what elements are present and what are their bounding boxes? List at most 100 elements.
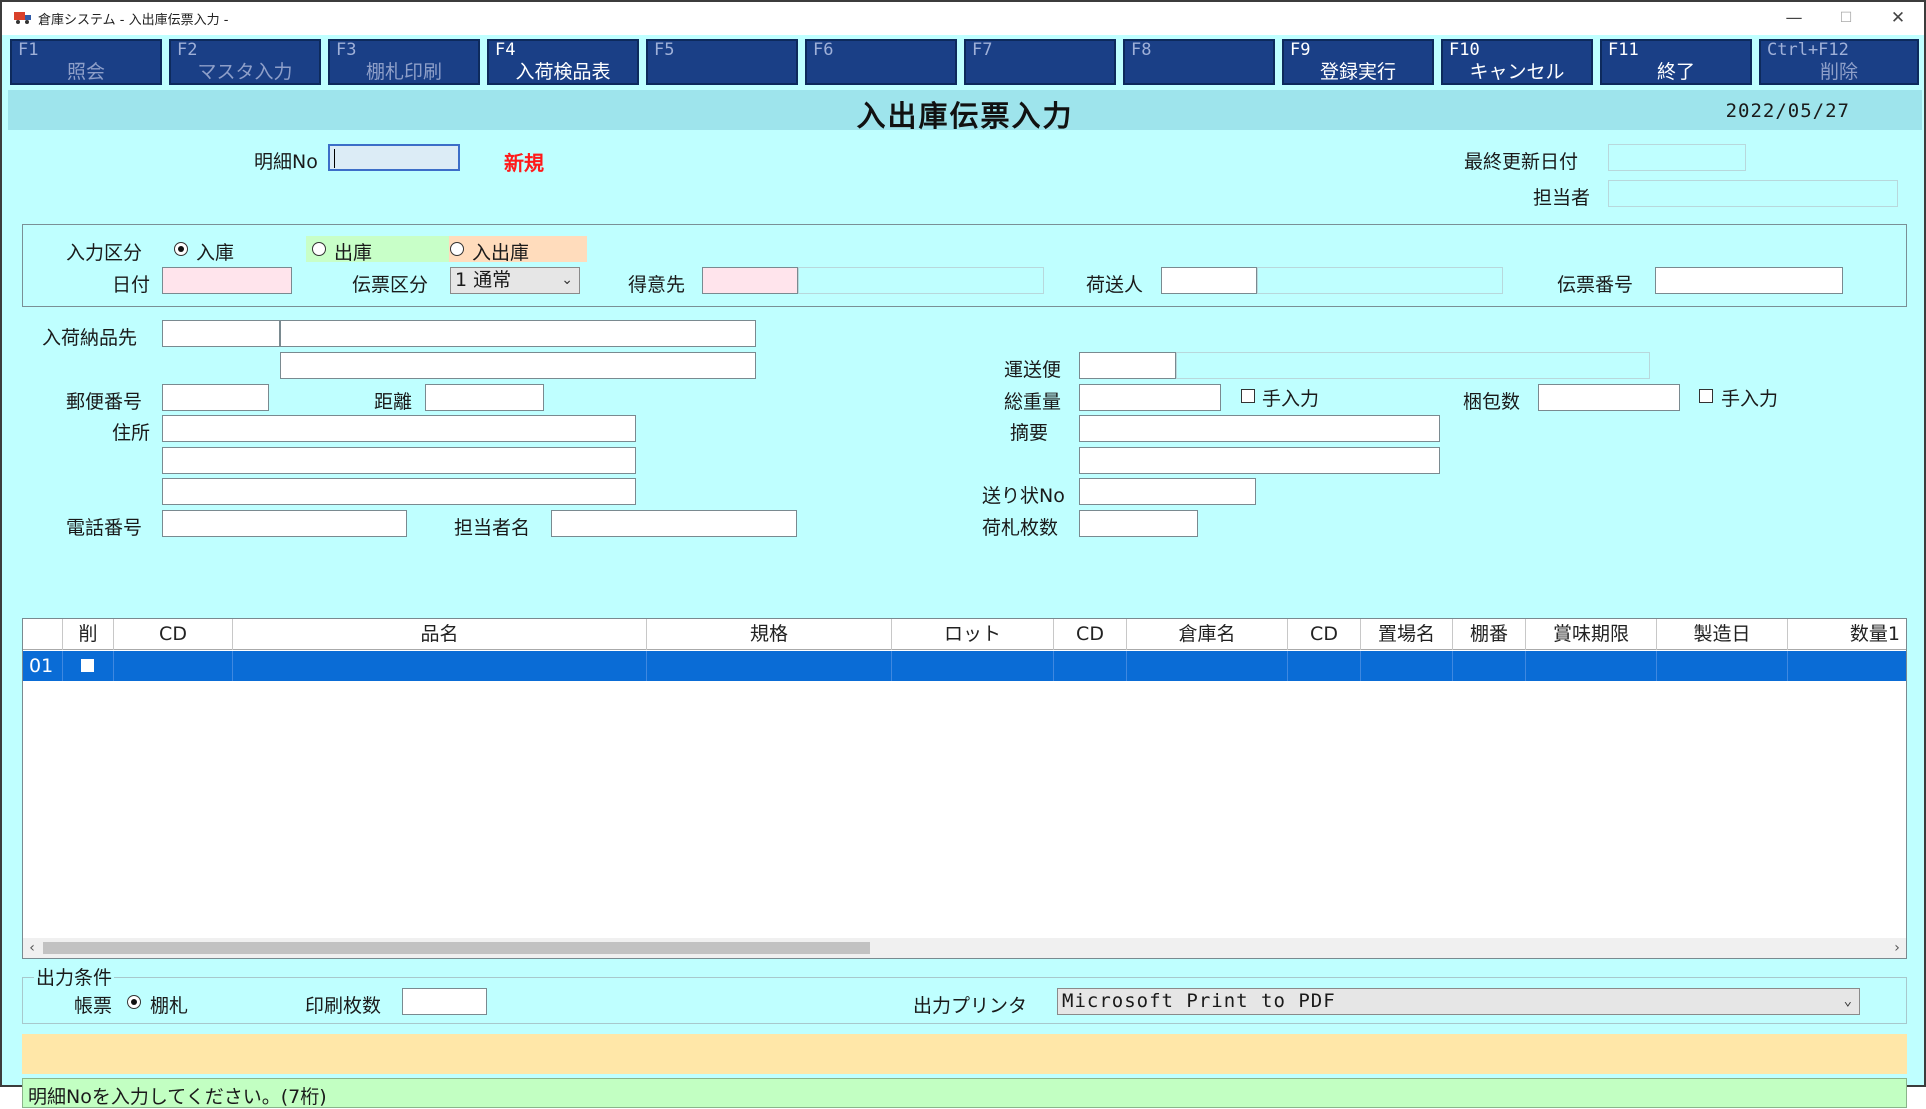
detail-grid: 削 CD 品名 規格 ロット CD 倉庫名 CD 置場名 棚番 賞味期限 製造日… — [22, 618, 1907, 959]
row-cell[interactable] — [1288, 651, 1361, 681]
grid-col-spec: 規格 — [647, 619, 892, 650]
row-cell[interactable] — [647, 651, 892, 681]
output-conditions-label: 出力条件 — [34, 963, 115, 990]
row-cell[interactable] — [1127, 651, 1288, 681]
row-cell[interactable] — [114, 651, 233, 681]
row-delete-checkbox[interactable] — [81, 659, 94, 672]
carrier-name-field — [1176, 352, 1650, 379]
invoice-no-label: 送り状No — [982, 485, 1065, 507]
postal-input[interactable] — [162, 384, 269, 411]
dest-name-input[interactable] — [280, 320, 756, 347]
printer-select[interactable]: Microsoft Print to PDF ⌄ — [1057, 988, 1860, 1015]
row-cell[interactable] — [1526, 651, 1657, 681]
weight-input[interactable] — [1079, 384, 1221, 411]
address-label: 住所 — [112, 422, 151, 444]
form-shelf-tag-label: 棚札 — [150, 995, 189, 1017]
scroll-left-icon[interactable]: ‹ — [23, 938, 41, 958]
row-delete-cell — [63, 651, 114, 681]
row-number: 01 — [23, 651, 63, 681]
form-shelf-tag-radio[interactable] — [127, 995, 141, 1009]
grid-col-manufactured: 製造日 — [1657, 619, 1788, 650]
summary-line2-input[interactable] — [1079, 447, 1440, 474]
fkey-f7-button[interactable]: F7 — [964, 39, 1116, 85]
row-cell[interactable] — [1361, 651, 1453, 681]
horizontal-scrollbar[interactable]: ‹ › — [23, 938, 1906, 958]
fkey-f10-button[interactable]: F10 キャンセル — [1441, 39, 1593, 85]
maximize-button[interactable]: ☐ — [1824, 6, 1868, 30]
customer-name-field — [798, 267, 1044, 294]
carrier-code-input[interactable] — [1079, 352, 1176, 379]
radio-out-stock[interactable] — [312, 242, 326, 256]
fkey-f9-button[interactable]: F9 登録実行 — [1282, 39, 1434, 85]
fkey-ctrl-f12-button[interactable]: Ctrl+F12 削除 — [1759, 39, 1919, 85]
phone-input[interactable] — [162, 510, 407, 537]
radio-in-stock-label: 入庫 — [196, 242, 235, 264]
customer-code-input[interactable] — [702, 267, 798, 294]
packages-input[interactable] — [1538, 384, 1680, 411]
packages-manual-checkbox[interactable] — [1699, 389, 1713, 403]
slip-no-input[interactable] — [1655, 267, 1843, 294]
summary-label: 摘要 — [1010, 422, 1049, 444]
row-cell[interactable] — [1657, 651, 1788, 681]
app-truck-icon — [14, 12, 31, 24]
table-row[interactable]: 01 — [23, 651, 1906, 681]
slip-type-select[interactable]: 1 通常 ⌄ — [450, 267, 580, 294]
address-line2-input[interactable] — [162, 447, 636, 474]
person-field — [1608, 180, 1898, 207]
detail-no-input[interactable] — [328, 144, 460, 171]
last-updated-label: 最終更新日付 — [1464, 151, 1579, 173]
radio-in-stock[interactable] — [174, 242, 188, 256]
fkey-f1-button[interactable]: F1 照会 — [10, 39, 162, 85]
scrollbar-thumb[interactable] — [43, 942, 870, 954]
row-cell[interactable] — [1788, 651, 1906, 681]
distance-input[interactable] — [425, 384, 544, 411]
row-cell[interactable] — [1453, 651, 1526, 681]
shipper-code-input[interactable] — [1161, 267, 1257, 294]
row-cell[interactable] — [233, 651, 647, 681]
fkey-f2-button[interactable]: F2 マスタ入力 — [169, 39, 321, 85]
row-cell[interactable] — [1054, 651, 1127, 681]
contact-input[interactable] — [551, 510, 797, 537]
fkey-f5-button[interactable]: F5 — [646, 39, 798, 85]
postal-label: 郵便番号 — [66, 391, 143, 413]
date-input[interactable] — [162, 267, 292, 294]
radio-inout-stock[interactable] — [450, 242, 464, 256]
grid-col-warehouse-name: 倉庫名 — [1127, 619, 1288, 650]
fkey-f6-button[interactable]: F6 — [805, 39, 957, 85]
shipper-name-field — [1257, 267, 1503, 294]
grid-col-warehouse-cd: CD — [1054, 619, 1127, 650]
row-cell[interactable] — [892, 651, 1054, 681]
last-updated-field — [1608, 144, 1746, 171]
address-line1-input[interactable] — [162, 415, 636, 442]
radio-out-stock-label: 出庫 — [334, 242, 373, 264]
print-copies-label: 印刷枚数 — [305, 995, 382, 1017]
grid-col-location-name: 置場名 — [1361, 619, 1453, 650]
new-record-tag: 新規 — [504, 151, 544, 175]
fkey-f3-button[interactable]: F3 棚札印刷 — [328, 39, 480, 85]
dest-name2-input[interactable] — [280, 352, 756, 379]
text-caret — [334, 149, 335, 168]
fkey-f8-button[interactable]: F8 — [1123, 39, 1275, 85]
summary-line1-input[interactable] — [1079, 415, 1440, 442]
print-copies-input[interactable] — [402, 988, 487, 1015]
grid-col-location-cd: CD — [1288, 619, 1361, 650]
chevron-down-icon: ⌄ — [1843, 993, 1853, 1009]
distance-label: 距離 — [374, 391, 413, 413]
carrier-label: 運送便 — [1004, 359, 1062, 381]
dest-code-input[interactable] — [162, 320, 280, 347]
scroll-right-icon[interactable]: › — [1888, 938, 1906, 958]
invoice-no-input[interactable] — [1079, 478, 1256, 505]
page-date: 2022/05/27 — [1725, 100, 1850, 122]
weight-manual-label: 手入力 — [1262, 388, 1320, 410]
close-button[interactable]: ✕ — [1876, 6, 1920, 30]
fkey-f4-button[interactable]: F4 入荷検品表 — [487, 39, 639, 85]
minimize-button[interactable]: — — [1772, 6, 1816, 30]
output-printer-label: 出力プリンタ — [913, 995, 1028, 1017]
address-line3-input[interactable] — [162, 478, 636, 505]
fkey-f11-button[interactable]: F11 終了 — [1600, 39, 1752, 85]
tags-count-input[interactable] — [1079, 510, 1198, 537]
grid-col-lot: ロット — [892, 619, 1054, 650]
page-title: 入出庫伝票入力 — [856, 99, 1074, 133]
weight-manual-checkbox[interactable] — [1241, 389, 1255, 403]
grid-col-delete: 削 — [63, 619, 114, 650]
